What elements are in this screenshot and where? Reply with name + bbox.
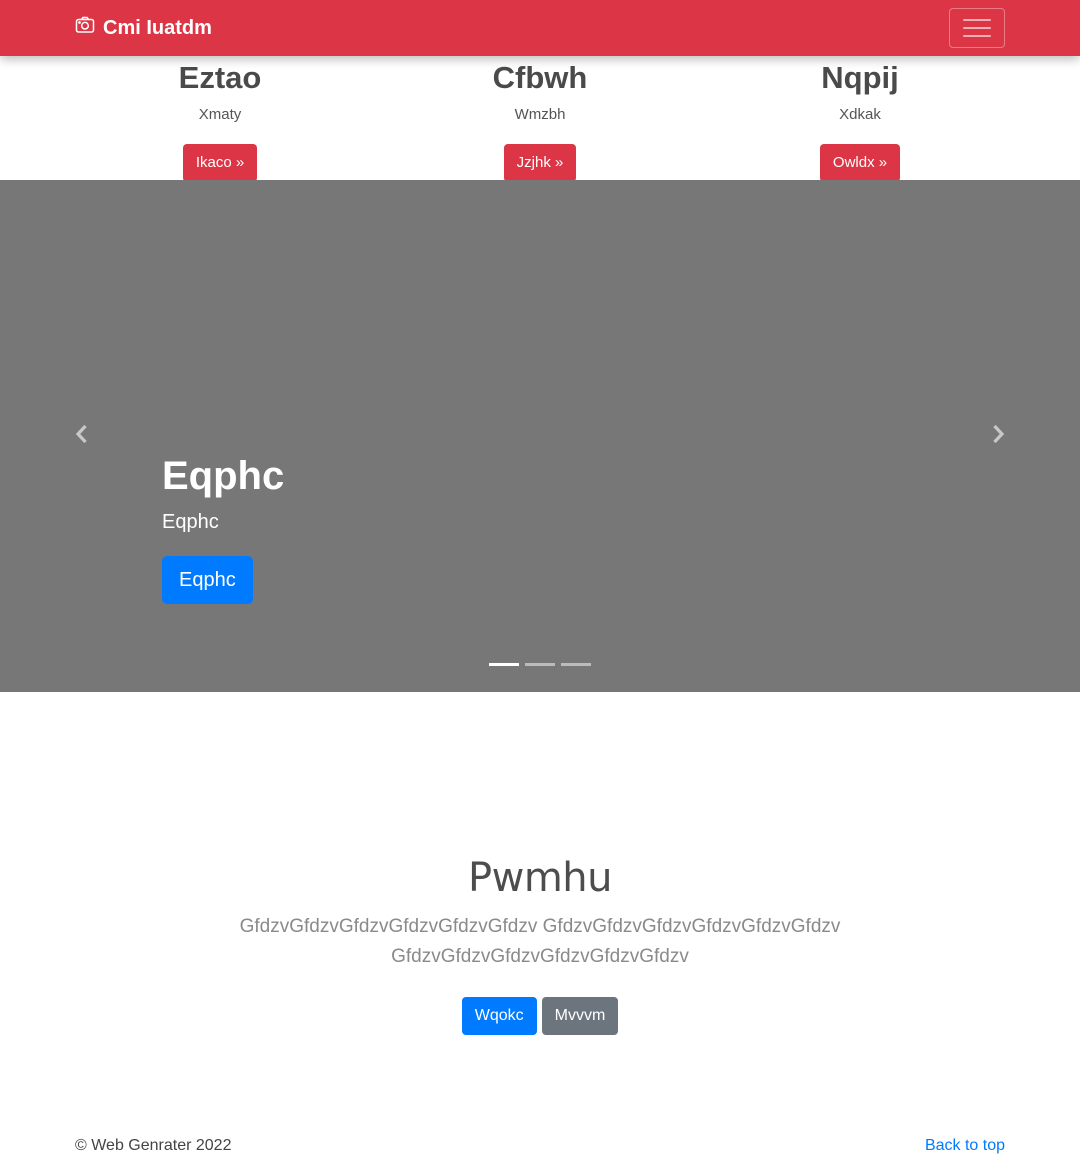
secondary-button[interactable]: Mvvvm (541, 997, 619, 1035)
camera-icon (75, 15, 95, 41)
chevron-right-icon (993, 424, 1005, 444)
slide-button[interactable]: Eqphc (162, 556, 253, 604)
feature-button[interactable]: Jzjhk » (503, 144, 577, 182)
feature-columns: Eztao Xmaty Ikaco » Cfbwh Wmzbh Jzjhk » … (0, 56, 1080, 182)
feature-title: Nqpij (821, 60, 899, 95)
jumbotron: Pwmhu GfdzvGfdzvGfdzvGfdzvGfdzvGfdzv Gfd… (0, 852, 1080, 1035)
brand-link[interactable]: Cmi Iuatdm (75, 15, 212, 41)
hamburger-menu-icon (963, 19, 991, 21)
hamburger-line (963, 35, 991, 37)
carousel-prev-button[interactable] (70, 422, 94, 446)
chevron-left-icon (75, 424, 87, 444)
jumbotron-heading: Pwmhu (467, 855, 613, 901)
back-to-top-link[interactable]: Back to top (925, 1135, 1005, 1157)
page-footer: © Web Genrater 2022 Back to top (0, 1135, 1080, 1157)
slide-subtitle: Eqphc (162, 511, 219, 533)
feature-column: Cfbwh Wmzbh Jzjhk » (390, 56, 690, 182)
jumbotron-buttons: Wqokc Mvvvm (0, 997, 1080, 1035)
feature-column: Eztao Xmaty Ikaco » (70, 56, 370, 182)
carousel-indicator[interactable] (525, 663, 555, 666)
brand-name: Cmi Iuatdm (103, 16, 212, 39)
feature-text: Wmzbh (514, 106, 566, 123)
jumbotron-lead: GfdzvGfdzvGfdzvGfdzvGfdzvGfdzv GfdzvGfdz… (239, 916, 841, 967)
feature-title: Cfbwh (492, 60, 588, 95)
primary-button[interactable]: Wqokc (461, 997, 537, 1035)
carousel-indicator[interactable] (489, 663, 519, 666)
feature-button[interactable]: Ikaco » (182, 144, 258, 182)
feature-title: Eztao (178, 60, 262, 95)
carousel-caption: Eqphc Eqphc Eqphc (162, 452, 284, 604)
slide-title: Eqphc (162, 454, 285, 498)
feature-text: Xdkak (839, 106, 881, 123)
feature-column: Nqpij Xdkak Owldx » (710, 56, 1010, 182)
copyright-text: © Web Genrater 2022 (75, 1137, 232, 1154)
navbar-toggler-button[interactable] (949, 8, 1005, 48)
top-navbar: Cmi Iuatdm (0, 0, 1080, 56)
carousel-indicator[interactable] (561, 663, 591, 666)
hero-carousel: Eqphc Eqphc Eqphc (0, 180, 1080, 692)
carousel-indicators (489, 663, 591, 666)
feature-button[interactable]: Owldx » (819, 144, 901, 182)
feature-text: Xmaty (198, 106, 242, 123)
hamburger-line (963, 27, 991, 29)
carousel-next-button[interactable] (986, 422, 1010, 446)
